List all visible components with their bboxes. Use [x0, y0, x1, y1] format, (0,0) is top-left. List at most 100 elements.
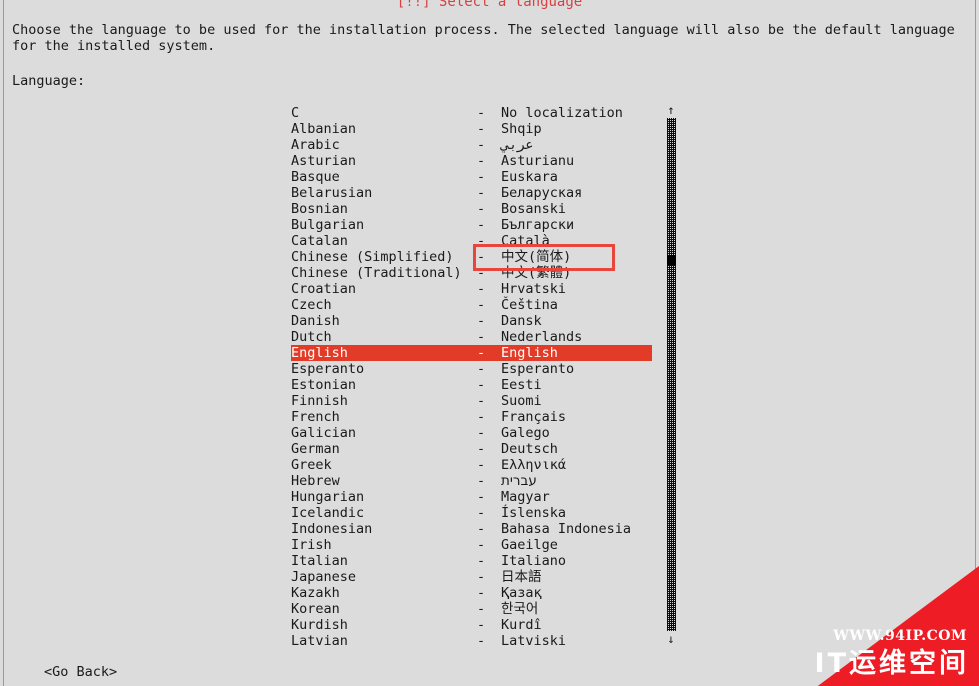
language-separator: -	[477, 601, 486, 617]
language-english-name: Bosnian	[291, 201, 348, 217]
frame-border-right	[975, 0, 976, 686]
language-native-name: Ελληνικά	[501, 457, 567, 473]
language-separator: -	[477, 505, 486, 521]
language-separator: -	[477, 153, 486, 169]
language-list-item[interactable]: Catalan - Català	[291, 233, 652, 249]
language-native-name: Íslenska	[501, 505, 567, 521]
language-list-item[interactable]: Italian - Italiano	[291, 553, 652, 569]
language-list-item[interactable]: English - English	[291, 345, 652, 361]
language-english-name: Greek	[291, 457, 332, 473]
language-list-item[interactable]: Albanian - Shqip	[291, 121, 652, 137]
language-list-item[interactable]: Danish - Dansk	[291, 313, 652, 329]
language-list-item[interactable]: Chinese (Traditional) - 中文(繁體)	[291, 265, 652, 281]
language-list-item[interactable]: Galician - Galego	[291, 425, 652, 441]
language-native-name: עברית	[501, 473, 537, 489]
description-text: Choose the language to be used for the i…	[12, 22, 963, 54]
language-list-item[interactable]: Indonesian - Bahasa Indonesia	[291, 521, 652, 537]
language-native-name: 日本語	[501, 569, 542, 585]
language-english-name: Hebrew	[291, 473, 340, 489]
language-native-name: Kurdî	[501, 617, 542, 633]
language-separator: -	[477, 441, 486, 457]
language-english-name: Bulgarian	[291, 217, 365, 233]
language-native-name: Nederlands	[501, 329, 583, 345]
language-list-item[interactable]: German - Deutsch	[291, 441, 652, 457]
language-separator: -	[477, 137, 486, 153]
language-native-name: Magyar	[501, 489, 550, 505]
language-list-item[interactable]: Basque - Euskara	[291, 169, 652, 185]
go-back-button[interactable]: <Go Back>	[44, 664, 117, 680]
language-english-name: Czech	[291, 297, 332, 313]
language-list-item[interactable]: Irish - Gaeilge	[291, 537, 652, 553]
language-list-item[interactable]: Croatian - Hrvatski	[291, 281, 652, 297]
language-english-name: Chinese (Traditional)	[291, 265, 462, 281]
language-separator: -	[477, 201, 486, 217]
language-separator: -	[477, 409, 486, 425]
language-list-item[interactable]: Korean - 한국어	[291, 601, 652, 617]
language-english-name: Kazakh	[291, 585, 340, 601]
language-native-name: Galego	[501, 425, 550, 441]
language-list-item[interactable]: Kurdish - Kurdî	[291, 617, 652, 633]
language-list-item[interactable]: Czech - Čeština	[291, 297, 652, 313]
scroll-down-arrow-icon[interactable]: ↓	[664, 632, 678, 646]
language-native-name: Italiano	[501, 553, 567, 569]
language-list-item[interactable]: Belarusian - Беларуская	[291, 185, 652, 201]
watermark-triangle-shape	[817, 566, 979, 686]
language-list-item[interactable]: Kazakh - Қазақ	[291, 585, 652, 601]
installer-screen: [!!] Select a language Choose the langua…	[0, 0, 979, 686]
language-english-name: Arabic	[291, 137, 340, 153]
language-list-item[interactable]: Hungarian - Magyar	[291, 489, 652, 505]
language-list-item[interactable]: C - No localization	[291, 105, 652, 121]
scrollbar[interactable]: ↑ ↓	[664, 103, 678, 646]
language-separator: -	[477, 265, 486, 281]
language-field-label: Language:	[12, 73, 86, 89]
language-native-name: Euskara	[501, 169, 558, 185]
language-english-name: Japanese	[291, 569, 357, 585]
language-list[interactable]: C - No localization Albanian - Shqip Arabic - عر…	[291, 105, 652, 649]
language-list-item[interactable]: Dutch - Nederlands	[291, 329, 652, 345]
language-list-item[interactable]: Chinese (Simplified) - 中文(简体)	[291, 249, 652, 265]
language-separator: -	[477, 377, 486, 393]
language-separator: -	[477, 585, 486, 601]
language-separator: -	[477, 617, 486, 633]
scrollbar-thumb[interactable]	[667, 255, 676, 265]
page-title: [!!] Select a language	[396, 0, 583, 10]
language-separator: -	[477, 473, 486, 489]
language-english-name: English	[291, 345, 348, 361]
language-native-name: Français	[501, 409, 567, 425]
language-native-name: No localization	[501, 105, 623, 121]
language-native-name: 中文(繁體)	[501, 265, 572, 281]
language-list-item[interactable]: Hebrew - עברית	[291, 473, 652, 489]
language-separator: -	[477, 457, 486, 473]
language-native-name: Dansk	[501, 313, 542, 329]
language-separator: -	[477, 553, 486, 569]
language-list-item[interactable]: French - Français	[291, 409, 652, 425]
watermark-site-name: IT运维空间	[814, 648, 969, 679]
language-list-item[interactable]: Asturian - Asturianu	[291, 153, 652, 169]
language-native-name: 한국어	[501, 601, 539, 617]
language-native-name: English	[501, 345, 558, 361]
language-list-item[interactable]: Greek - Ελληνικά	[291, 457, 652, 473]
language-english-name: Chinese (Simplified)	[291, 249, 454, 265]
language-native-name: Български	[501, 217, 575, 233]
language-list-item[interactable]: Arabic - عربي	[291, 137, 652, 153]
language-list-item[interactable]: Estonian - Eesti	[291, 377, 652, 393]
language-separator: -	[477, 121, 486, 137]
scroll-up-arrow-icon[interactable]: ↑	[664, 103, 678, 117]
watermark: WWW.94IP.COM IT运维空间	[719, 566, 979, 686]
language-separator: -	[477, 281, 486, 297]
language-english-name: Icelandic	[291, 505, 365, 521]
language-list-item[interactable]: Bulgarian - Български	[291, 217, 652, 233]
language-english-name: Korean	[291, 601, 340, 617]
language-native-name: Shqip	[501, 121, 542, 137]
language-list-item[interactable]: Icelandic - Íslenska	[291, 505, 652, 521]
language-list-item[interactable]: Bosnian - Bosanski	[291, 201, 652, 217]
language-list-item[interactable]: Esperanto - Esperanto	[291, 361, 652, 377]
language-list-item[interactable]: Japanese - 日本語	[291, 569, 652, 585]
scrollbar-track[interactable]	[667, 118, 676, 631]
language-list-item[interactable]: Finnish - Suomi	[291, 393, 652, 409]
language-separator: -	[477, 217, 486, 233]
language-separator: -	[477, 169, 486, 185]
language-list-item[interactable]: Latvian - Latviski	[291, 633, 652, 649]
language-english-name: German	[291, 441, 340, 457]
language-english-name: Belarusian	[291, 185, 373, 201]
